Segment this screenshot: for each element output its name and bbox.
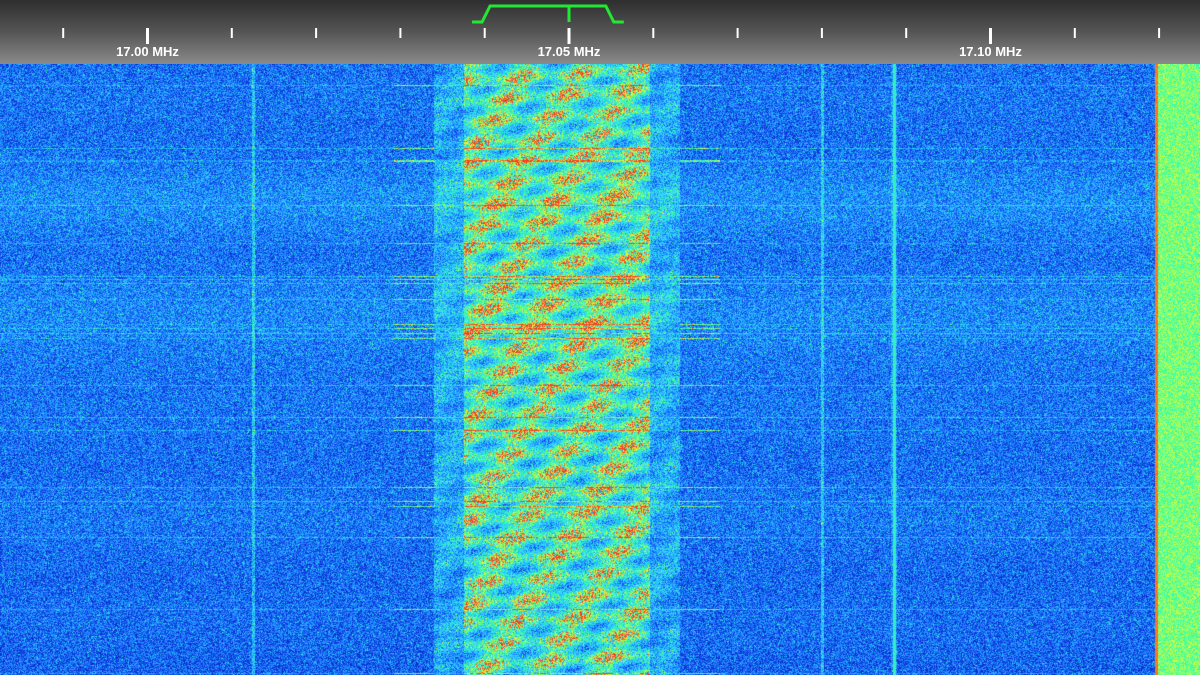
tuning-filter-marker[interactable] <box>472 4 624 24</box>
freq-label-17-05: 17.05 MHz <box>537 44 601 59</box>
freq-label-17-00: 17.00 MHz <box>116 44 179 59</box>
waterfall-canvas[interactable] <box>0 64 1200 675</box>
sdr-spectrum-window: 17.00 MHz 17.05 MHz 17.10 MHz <box>0 0 1200 675</box>
frequency-scale[interactable]: 17.00 MHz 17.05 MHz 17.10 MHz <box>0 0 1200 64</box>
freq-label-17-10: 17.10 MHz <box>959 44 1022 59</box>
filter-passband-outline[interactable] <box>472 4 624 24</box>
waterfall-display[interactable] <box>0 64 1200 675</box>
